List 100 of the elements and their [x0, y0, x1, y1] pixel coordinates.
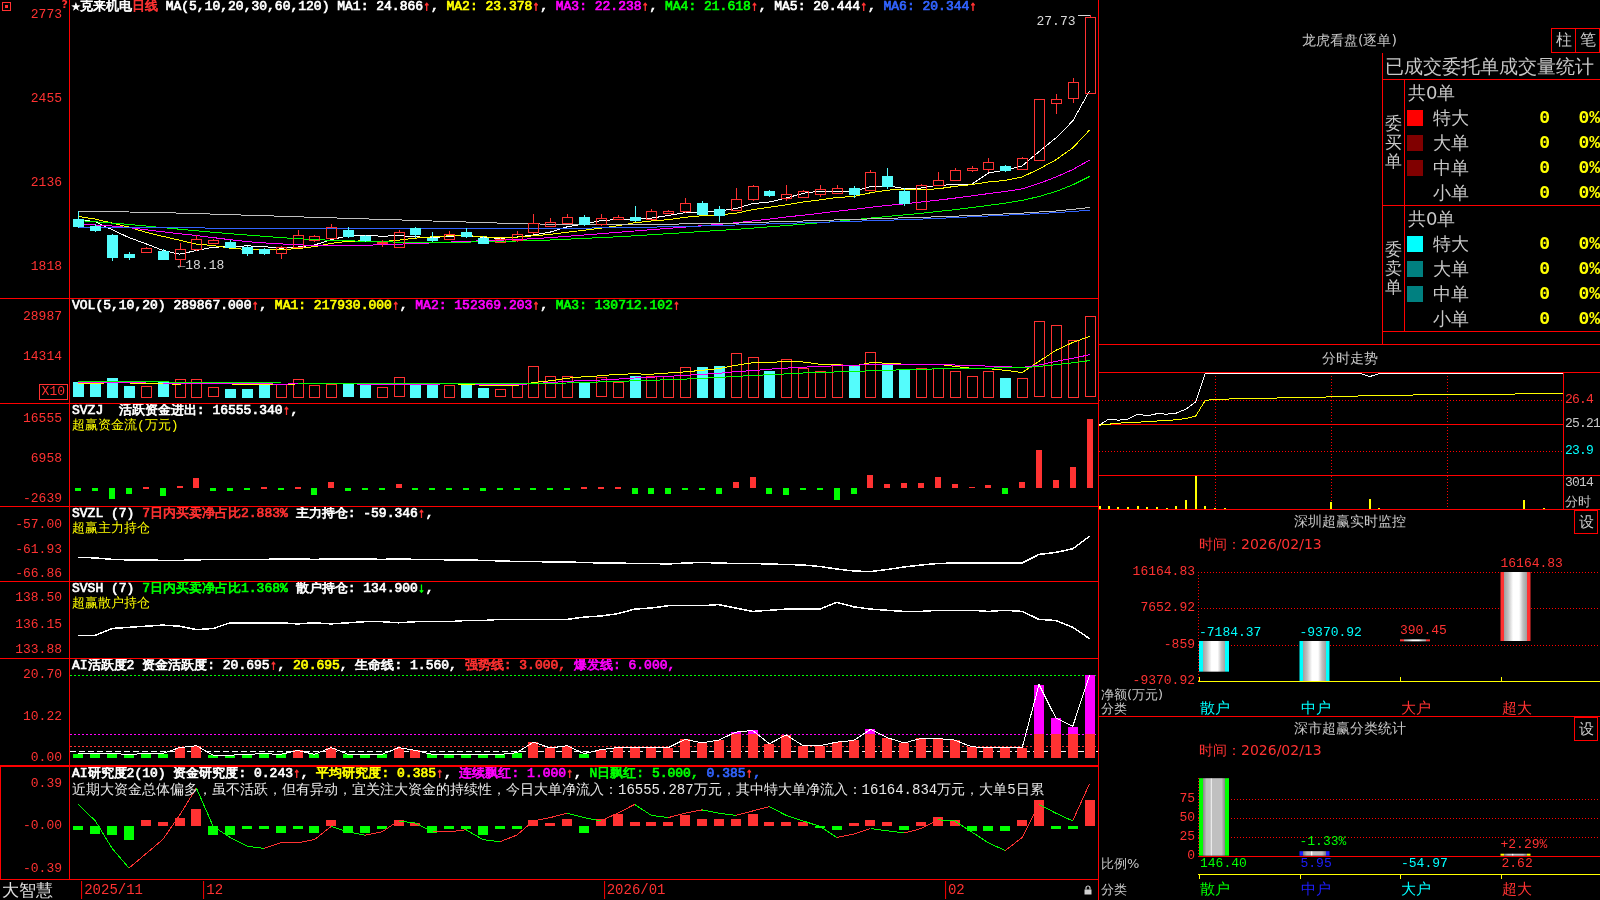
volume-bar: [394, 377, 405, 397]
research-bar: [427, 826, 437, 833]
fund-flow-bar: [952, 484, 958, 489]
volume-bar: [208, 387, 219, 397]
fund-flow-bar: [362, 488, 368, 491]
research-bar: [613, 814, 623, 827]
volume-bar: [1107, 505, 1110, 509]
order-total: 共0单: [1407, 207, 1457, 231]
volume-bar: [680, 367, 691, 398]
net-amount-bar: [1299, 641, 1330, 681]
research-bar: [1017, 819, 1027, 827]
volume-bar: [865, 352, 876, 398]
research-bar: [916, 822, 926, 827]
axis-title: 分类: [1100, 701, 1127, 716]
order-size-label: 特大: [1433, 106, 1470, 129]
research-bar: [276, 826, 286, 833]
research-bar: [781, 822, 791, 827]
research-bar: [343, 826, 353, 833]
research-bar: [596, 818, 606, 827]
axis-label: 20.70: [23, 668, 62, 682]
fund-flow-bar: [665, 488, 671, 494]
research-bar: [865, 819, 875, 827]
research-bar: [798, 822, 808, 827]
fund-flow-bar: [766, 488, 772, 494]
view-toggle-button[interactable]: 笔: [1575, 28, 1600, 53]
volume-bar: [748, 357, 759, 398]
activity-bar: [528, 742, 538, 758]
candle: [394, 229, 405, 249]
activity-bar: [225, 755, 235, 758]
activity-bar: [882, 737, 892, 758]
category-label: 超大: [1500, 882, 1533, 897]
axis-label: -859: [1163, 637, 1195, 652]
candle: [73, 210, 84, 229]
ratio-value: -54.97: [1400, 857, 1449, 871]
price-annotation: ←18.18: [177, 259, 225, 274]
fund-flow-bar: [817, 488, 823, 491]
ratio-value: 2.62: [1500, 857, 1534, 871]
order-share: 0%: [1577, 282, 1600, 305]
settings-button[interactable]: 设: [1574, 510, 1598, 534]
axis-label: 14314: [23, 350, 62, 365]
axis-label: 25.21: [1565, 417, 1600, 431]
candle: [781, 184, 792, 202]
axis-label: 6958: [30, 452, 62, 467]
research-bar: [967, 826, 977, 831]
volume-bar: [882, 364, 893, 398]
research-bar: [849, 823, 859, 827]
date-label: 12: [203, 881, 224, 899]
volume-bar: [259, 384, 270, 398]
fund-flow-bar: [935, 477, 941, 489]
volume-bar: [242, 389, 253, 398]
candle: [748, 184, 759, 202]
volume-bar: [849, 366, 860, 398]
date-label: 02: [944, 881, 965, 899]
order-size-label: 中单: [1433, 282, 1470, 305]
category-label: 大户: [1400, 701, 1432, 716]
activity-bar: [950, 740, 960, 758]
activity-bar: [360, 754, 370, 758]
research-bar: [562, 818, 572, 827]
candle: [495, 237, 506, 244]
candle: [1068, 77, 1079, 104]
fund-flow-bar: [463, 488, 469, 491]
indicator-name: 超赢主力持仓: [72, 521, 150, 536]
research-bar: [293, 826, 303, 829]
candle: [293, 229, 304, 249]
fund-flow-bar: [345, 488, 351, 491]
activity-bar: [579, 753, 589, 758]
activity-bar: [107, 753, 117, 758]
activity-bar: [461, 754, 471, 758]
research-bar: [225, 826, 235, 836]
value-label: -9370.92: [1299, 626, 1362, 640]
candle: [579, 214, 590, 227]
activity-bar: [832, 742, 842, 758]
axis-label: 16555: [23, 412, 62, 427]
research-bar: [158, 822, 168, 827]
axis-label: 0.00: [30, 750, 62, 765]
volume-bar: [731, 353, 742, 398]
candle: [815, 184, 826, 198]
axis-label: 26.4: [1565, 392, 1593, 407]
date-label: 时间：2026/02/13: [1198, 535, 1323, 554]
volume-bar: [832, 364, 843, 398]
volume-bar: [967, 376, 978, 398]
volume-bar: [444, 385, 455, 398]
candle: [933, 171, 944, 187]
research-bar: [309, 826, 319, 833]
activity-bar: [293, 750, 303, 758]
candle: [630, 205, 641, 223]
axis-label: 0: [1187, 848, 1195, 863]
date-label: 时间：2026/02/13: [1198, 741, 1323, 759]
settings-button[interactable]: 设: [1574, 717, 1598, 741]
axis-label: 3014: [1565, 476, 1593, 490]
activity-bar: [697, 742, 707, 758]
activity-bar: [967, 746, 977, 758]
view-toggle-button[interactable]: 柱: [1551, 28, 1576, 53]
research-bar: [764, 822, 774, 827]
candle: [613, 214, 624, 221]
volume-bar: [613, 382, 624, 398]
indicator-name: 超赢资金流(万元): [72, 418, 179, 433]
candle: [899, 187, 910, 207]
axis-label: -2639: [23, 492, 62, 507]
volume-bar: [225, 389, 236, 398]
